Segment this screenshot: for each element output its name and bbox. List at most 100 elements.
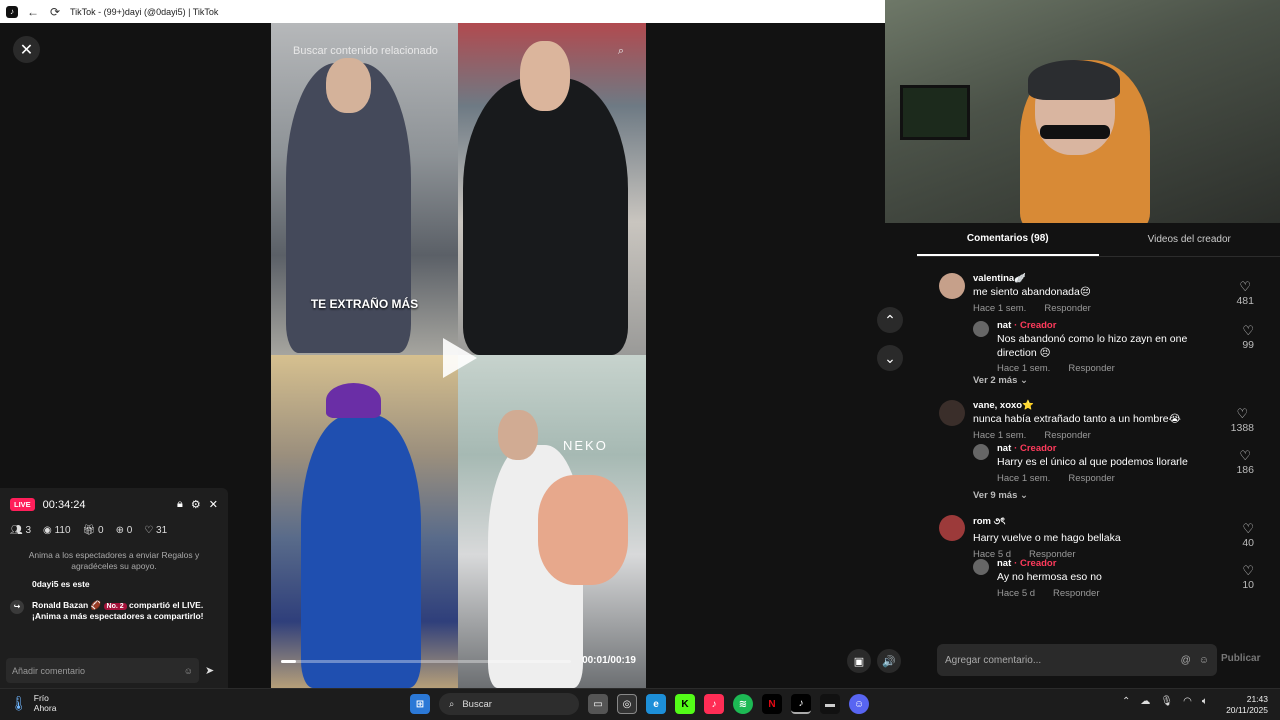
lock-icon[interactable]: 🔒︎ (177, 498, 183, 511)
gifts-stat: 🎁︎ 0 (82, 525, 104, 536)
like-button[interactable]: ♡ 99 (1242, 323, 1254, 351)
webcam-background-monitor (900, 85, 970, 140)
heart-icon: ♡ (1239, 279, 1252, 294)
creator-badge: Creador (1019, 558, 1057, 569)
reply-button[interactable]: Responder (1044, 303, 1090, 314)
like-count: 10 (1242, 579, 1254, 591)
taskbar-search[interactable]: ⌕ Buscar (439, 693, 579, 715)
tab-comments[interactable]: Comentarios (98) (917, 223, 1099, 256)
close-button[interactable]: ✕ (13, 36, 40, 63)
video-photo-2 (458, 23, 646, 355)
mention-icon[interactable]: @ (1181, 655, 1191, 666)
back-icon[interactable]: ← (26, 5, 40, 19)
add-comment-input[interactable]: Agregar comentario... @ ☺ (937, 644, 1217, 676)
tiktok-studio-icon[interactable]: ♪ (704, 694, 724, 714)
avatar[interactable] (939, 515, 965, 541)
live-timer: 00:34:24 (42, 498, 86, 511)
reply-author[interactable]: nat (997, 443, 1011, 454)
live-header: LIVE 00:34:24 🔒︎ ⚙︎ ✕ (0, 488, 228, 511)
publish-button[interactable]: Publicar (1221, 653, 1260, 664)
thermometer-icon: 🌡︎ (10, 694, 28, 711)
comment-author[interactable]: valentina🪽 (973, 273, 1280, 284)
avatar[interactable] (973, 559, 989, 575)
cloud-icon[interactable]: ☁ (1140, 696, 1150, 707)
like-button[interactable]: ♡ 481 (1236, 279, 1254, 307)
reply-button[interactable]: Responder (1068, 363, 1114, 374)
live-message-user[interactable]: Ronald Bazan 🏈 (32, 600, 101, 610)
volume-icon[interactable]: 🔈︎ (1202, 696, 1208, 707)
live-comment-placeholder: Añadir comentario (12, 665, 86, 676)
discord-icon[interactable]: ☺ (849, 694, 869, 714)
reply-author[interactable]: nat (997, 558, 1011, 569)
mini-player-button[interactable]: ▣ (847, 649, 871, 673)
like-button[interactable]: ♡ 1388 (1231, 406, 1254, 434)
tiktok-icon[interactable]: ♪ (791, 694, 811, 714)
avatar[interactable] (939, 273, 965, 299)
emoji-icon[interactable]: ☺ (1199, 655, 1209, 666)
avatar[interactable] (973, 321, 989, 337)
microphone-icon[interactable]: 🎙︎ (1160, 696, 1173, 707)
reply-button[interactable]: Responder (1068, 473, 1114, 484)
add-comment-placeholder: Agregar comentario... (945, 654, 1042, 666)
tab-creator-videos[interactable]: Videos del creador (1099, 223, 1280, 256)
video-progress-bar[interactable] (281, 660, 571, 663)
kick-icon[interactable]: K (675, 694, 695, 714)
like-count: 1388 (1230, 422, 1254, 434)
chevron-up-icon[interactable]: ⌃ (1122, 696, 1130, 707)
netflix-icon[interactable]: N (762, 694, 782, 714)
view-more-replies[interactable]: Ver 9 más ⌄ (973, 490, 1280, 501)
comment-list: valentina🪽 me siento abandonada😔 Hace 1 … (917, 265, 1280, 635)
file-explorer-icon[interactable]: ▭ (588, 694, 608, 714)
mini-player-icon: ▣ (853, 655, 865, 668)
live-message: ↪ Ronald Bazan 🏈 No. 2 compartió el LIVE… (0, 590, 228, 622)
avatar[interactable] (973, 444, 989, 460)
reload-icon[interactable]: ⟳ (48, 5, 62, 19)
related-search-bar[interactable]: Buscar contenido relacionado ⌕ (281, 37, 636, 65)
previous-video-button[interactable]: ⌃ (877, 307, 903, 333)
wifi-icon[interactable]: ◠ (1183, 696, 1192, 707)
share-icon: ↪ (10, 599, 24, 614)
like-button[interactable]: ♡ 40 (1242, 521, 1254, 549)
weather-widget[interactable]: 🌡︎ Frío Ahora (10, 693, 56, 713)
like-count: 40 (1242, 537, 1254, 549)
video-watermark: NEKO (563, 438, 608, 453)
play-icon[interactable] (443, 338, 477, 378)
clock-date: 20/11/2025 (1226, 705, 1268, 716)
taskbar-clock[interactable]: 21:43 20/11/2025 (1226, 694, 1268, 717)
comments-tabs: Comentarios (98) Videos del creador (917, 223, 1280, 257)
heart-icon: ♡ (1236, 406, 1249, 421)
spotify-icon[interactable]: ≋ (733, 694, 753, 714)
send-icon[interactable]: ➤ (205, 664, 214, 677)
reply-button[interactable]: Responder (1044, 430, 1090, 441)
heart-icon: ♡ (1242, 323, 1254, 338)
like-button[interactable]: ♡ 186 (1236, 448, 1254, 476)
volume-button[interactable]: 🔊 (877, 649, 901, 673)
weather-sub: Ahora (33, 703, 57, 714)
close-icon[interactable]: ✕ (209, 498, 218, 511)
eye-icon: ◉ (43, 525, 52, 536)
terminal-icon[interactable]: ▬ (820, 694, 840, 714)
video-player[interactable]: Buscar contenido relacionado ⌕ TE EXTRAÑ… (271, 23, 646, 688)
taskbar-search-label: Buscar (462, 698, 492, 710)
video-photo-3 (271, 355, 458, 688)
reply-button[interactable]: Responder (1053, 588, 1099, 599)
live-comment-input[interactable]: Añadir comentario ☺ (6, 658, 199, 683)
viewers-stat: 👥︎ 3 (10, 525, 32, 536)
taskbar-apps: ⊞ ⌕ Buscar ▭ ◎ e K ♪ ≋ N ♪ ▬ ☺ (410, 693, 869, 715)
views-stat: ◉ 110 (43, 525, 71, 536)
start-icon[interactable]: ⊞ (410, 694, 430, 714)
search-icon[interactable]: ⌕ (618, 45, 624, 58)
reply-author[interactable]: nat (997, 320, 1011, 331)
like-button[interactable]: ♡ 10 (1242, 563, 1254, 591)
settings-icon[interactable]: ⚙︎ (191, 498, 201, 511)
avatar[interactable] (939, 400, 965, 426)
emoji-icon[interactable]: ☺ (184, 666, 193, 676)
heart-icon: ♡ (1242, 521, 1254, 536)
reply-item: nat · Creador Nos abandonó como lo hizo … (917, 313, 1280, 374)
view-more-replies[interactable]: Ver 2 más ⌄ (973, 375, 1280, 386)
next-video-button[interactable]: ⌄ (877, 345, 903, 371)
comment-author[interactable]: rom ૭ৎ (973, 515, 1280, 530)
creator-badge: Creador (1019, 443, 1057, 454)
chrome-icon[interactable]: ◎ (617, 694, 637, 714)
edge-icon[interactable]: e (646, 694, 666, 714)
